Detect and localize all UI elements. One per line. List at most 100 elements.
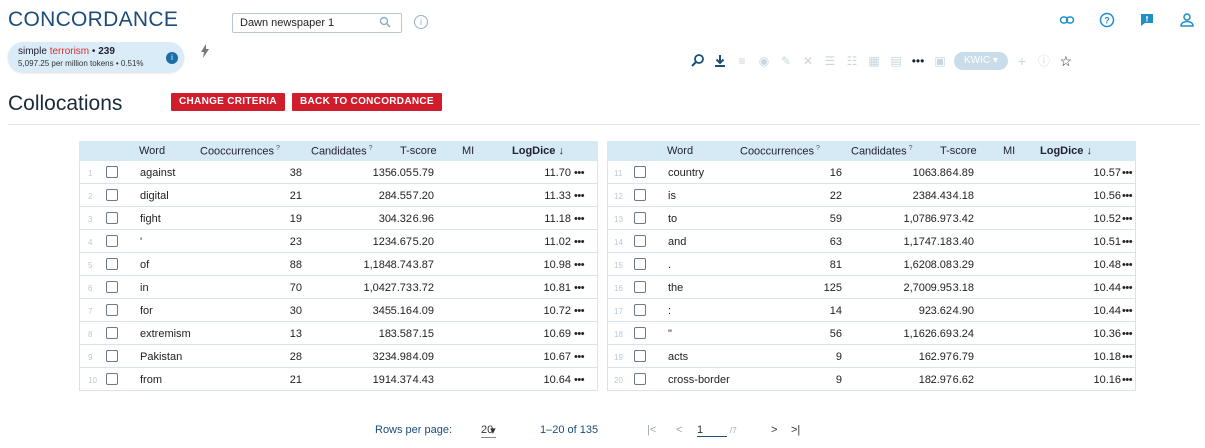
row-more-icon[interactable]: •••	[1122, 167, 1133, 179]
row-checkbox[interactable]	[106, 166, 118, 178]
help-icon[interactable]: ?	[1099, 12, 1115, 28]
word-cell[interactable]: from	[140, 374, 162, 386]
row-more-icon[interactable]: •••	[1122, 282, 1133, 294]
row-checkbox[interactable]	[106, 281, 118, 293]
table-row[interactable]: 9 Pakistan 28 323 4.98 4.09 10.67 •••	[79, 345, 598, 368]
first-page-icon[interactable]: |<	[647, 424, 656, 436]
table-row[interactable]: 16 the 125 2,700 9.95 3.18 10.44 •••	[607, 276, 1136, 299]
col-word[interactable]: Word	[139, 145, 165, 157]
filter-icon[interactable]: ☷	[844, 53, 860, 69]
kwic-dropdown[interactable]: KWIC ▾	[954, 52, 1008, 70]
row-checkbox[interactable]	[634, 304, 646, 316]
row-checkbox[interactable]	[106, 304, 118, 316]
row-more-icon[interactable]: •••	[574, 236, 585, 248]
rows-per-page-select[interactable]: 20 ▾	[481, 424, 496, 438]
row-more-icon[interactable]: •••	[1122, 374, 1133, 386]
table-row[interactable]: 15. 81 1,620 8.08 3.29 10.48 •••	[607, 253, 1136, 276]
table-row[interactable]: 1 against 38 135 6.05 5.79 11.70 •••	[79, 161, 598, 184]
word-cell[interactable]: of	[140, 259, 149, 271]
row-more-icon[interactable]: •••	[574, 374, 585, 386]
col-mi[interactable]: MI	[1003, 145, 1015, 157]
table-row[interactable]: 4 ' 23 123 4.67 5.20 11.02 •••	[79, 230, 598, 253]
row-checkbox[interactable]	[634, 166, 646, 178]
row-more-icon[interactable]: •••	[1122, 305, 1133, 317]
col-mi[interactable]: MI	[462, 145, 474, 157]
lines-icon[interactable]: ≡	[734, 53, 750, 69]
star-icon[interactable]: ☆	[1058, 53, 1074, 69]
word-cell[interactable]: cross-border	[668, 374, 730, 386]
row-checkbox[interactable]	[634, 327, 646, 339]
col-logdice[interactable]: LogDice ↓	[1040, 145, 1092, 157]
tag-icon[interactable]: ✎	[778, 53, 794, 69]
word-cell[interactable]: fight	[140, 213, 161, 225]
word-cell[interactable]: is	[668, 190, 676, 202]
help-mark[interactable]: ?	[909, 145, 913, 152]
row-more-icon[interactable]: •••	[574, 213, 585, 225]
last-page-icon[interactable]: >|	[791, 424, 800, 436]
app-title[interactable]: CONCORDANCE	[8, 8, 178, 32]
back-to-concordance-button[interactable]: BACK TO CONCORDANCE	[292, 93, 442, 111]
query-summary-pill[interactable]: simple terrorism • 239 5,097.25 per mill…	[8, 42, 184, 72]
page-input[interactable]: 1	[697, 424, 727, 437]
word-cell[interactable]: in	[140, 282, 149, 294]
row-checkbox[interactable]	[634, 189, 646, 201]
zoom-search-icon[interactable]	[690, 53, 706, 69]
row-more-icon[interactable]: •••	[574, 190, 585, 202]
row-more-icon[interactable]: •••	[1122, 351, 1133, 363]
change-criteria-button[interactable]: CHANGE CRITERIA	[171, 93, 285, 111]
table-row[interactable]: 7 for 30 345 5.16 4.09 10.72 •••	[79, 299, 598, 322]
bolt-icon[interactable]	[200, 44, 210, 61]
table-row[interactable]: 18 " 56 1,162 6.69 3.24 10.36 •••	[607, 322, 1136, 345]
row-more-icon[interactable]: •••	[1122, 190, 1133, 202]
table-row[interactable]: 3 fight 19 30 4.32 6.96 11.18 •••	[79, 207, 598, 230]
row-checkbox[interactable]	[634, 373, 646, 385]
help-mark[interactable]: ?	[816, 145, 820, 152]
table-row[interactable]: 11 country 16 106 3.86 4.89 10.57 •••	[607, 161, 1136, 184]
row-more-icon[interactable]: •••	[574, 351, 585, 363]
table-row[interactable]: 12 is 22 238 4.43 4.18 10.56 •••	[607, 184, 1136, 207]
row-more-icon[interactable]: •••	[574, 167, 585, 179]
table-row[interactable]: 5 of 88 1,184 8.74 3.87 10.98 •••	[79, 253, 598, 276]
chart-icon[interactable]: ▣	[932, 53, 948, 69]
shuffle-icon[interactable]: ✕	[800, 53, 816, 69]
row-more-icon[interactable]: •••	[574, 305, 585, 317]
user-icon[interactable]	[1179, 12, 1195, 28]
row-checkbox[interactable]	[634, 235, 646, 247]
frequency-icon[interactable]: ▦	[866, 53, 882, 69]
row-checkbox[interactable]	[106, 327, 118, 339]
table-row[interactable]: 17:14 92 3.62 4.90 10.44 •••	[607, 299, 1136, 322]
row-checkbox[interactable]	[106, 258, 118, 270]
word-cell[interactable]: .	[668, 259, 671, 271]
col-candidates[interactable]: Candidates?	[851, 145, 913, 158]
row-checkbox[interactable]	[106, 189, 118, 201]
word-cell[interactable]: country	[668, 167, 704, 179]
next-page-icon[interactable]: >	[771, 424, 777, 436]
word-cell[interactable]: against	[140, 167, 175, 179]
feedback-icon[interactable]	[1139, 12, 1155, 28]
word-cell[interactable]: :	[668, 305, 671, 317]
table-row[interactable]: 2 digital 21 28 4.55 7.20 11.33 •••	[79, 184, 598, 207]
corpus-selector[interactable]: Dawn newspaper 1	[232, 13, 402, 33]
table-row[interactable]: 13 to 59 1,078 6.97 3.42 10.52 •••	[607, 207, 1136, 230]
row-checkbox[interactable]	[106, 373, 118, 385]
search-icon[interactable]	[379, 16, 391, 28]
sort-icon[interactable]: ☰	[822, 53, 838, 69]
word-cell[interactable]: to	[668, 213, 677, 225]
row-more-icon[interactable]: •••	[1122, 328, 1133, 340]
row-more-icon[interactable]: •••	[1122, 236, 1133, 248]
row-more-icon[interactable]: •••	[574, 259, 585, 271]
eye-icon[interactable]: ◉	[756, 53, 772, 69]
row-checkbox[interactable]	[634, 212, 646, 224]
info-icon[interactable]: i	[166, 52, 178, 64]
row-checkbox[interactable]	[106, 350, 118, 362]
word-cell[interactable]: and	[668, 236, 686, 248]
word-cell[interactable]: the	[668, 282, 683, 294]
table-row[interactable]: 10 from 21 191 4.37 4.43 10.64 •••	[79, 368, 598, 391]
word-cell[interactable]: extremism	[140, 328, 191, 340]
table-row[interactable]: 8 extremism 13 18 3.58 7.15 10.69 •••	[79, 322, 598, 345]
info-icon[interactable]: ⓘ	[1036, 53, 1052, 69]
table-row[interactable]: 20 cross-border 9 18 2.97 6.62 10.16 •••	[607, 368, 1136, 391]
col-tscore[interactable]: T-score	[940, 145, 977, 157]
more-icon[interactable]: •••	[910, 53, 926, 69]
table-row[interactable]: 19 acts 9 16 2.97 6.79 10.18 •••	[607, 345, 1136, 368]
